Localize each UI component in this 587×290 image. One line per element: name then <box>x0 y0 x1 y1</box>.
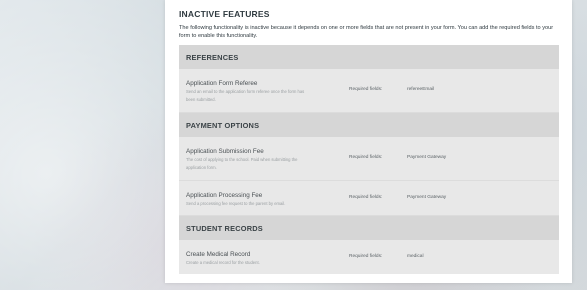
feature-row-application-form-referee: Application Form Referee Send an email t… <box>179 69 559 113</box>
feature-description: Send a processing fee request to the par… <box>186 201 286 206</box>
required-fields-value: medical <box>407 254 424 259</box>
section-header-student-records: STUDENT RECORDS <box>179 216 559 240</box>
required-fields-label: Required fields: <box>349 87 383 92</box>
section-header-references: REFERENCES <box>179 45 559 69</box>
feature-name: Application Form Referee <box>186 80 258 87</box>
feature-row-application-submission-fee: Application Submission Fee The cost of a… <box>179 137 559 181</box>
feature-description: The cost of applying to the school. Paid… <box>186 157 298 170</box>
section-header-payment-options: PAYMENT OPTIONS <box>179 113 559 137</box>
required-fields-value: Payment Gateway <box>407 155 447 160</box>
feature-row-application-processing-fee: Application Processing Fee Send a proces… <box>179 181 559 216</box>
required-fields-value: refereeEmail <box>407 87 435 92</box>
panel-description: The following functionality is inactive … <box>179 25 554 39</box>
feature-name: Application Submission Fee <box>186 148 264 155</box>
panel-title: INACTIVE FEATURES <box>179 9 270 19</box>
feature-description: Create a medical record for the student. <box>186 260 260 265</box>
feature-description: Send an email to the application form re… <box>186 89 305 102</box>
required-fields-label: Required fields: <box>349 195 383 200</box>
required-fields-label: Required fields: <box>349 155 383 160</box>
required-fields-value: Payment Gateway <box>407 195 447 200</box>
required-fields-label: Required fields: <box>349 254 383 259</box>
feature-name: Application Processing Fee <box>186 192 263 199</box>
features-list: REFERENCES Application Form Referee Send… <box>179 45 559 274</box>
inactive-features-panel: INACTIVE FEATURES The following function… <box>165 0 572 283</box>
feature-name: Create Medical Record <box>186 251 251 258</box>
feature-row-create-medical-record: Create Medical Record Create a medical r… <box>179 240 559 274</box>
